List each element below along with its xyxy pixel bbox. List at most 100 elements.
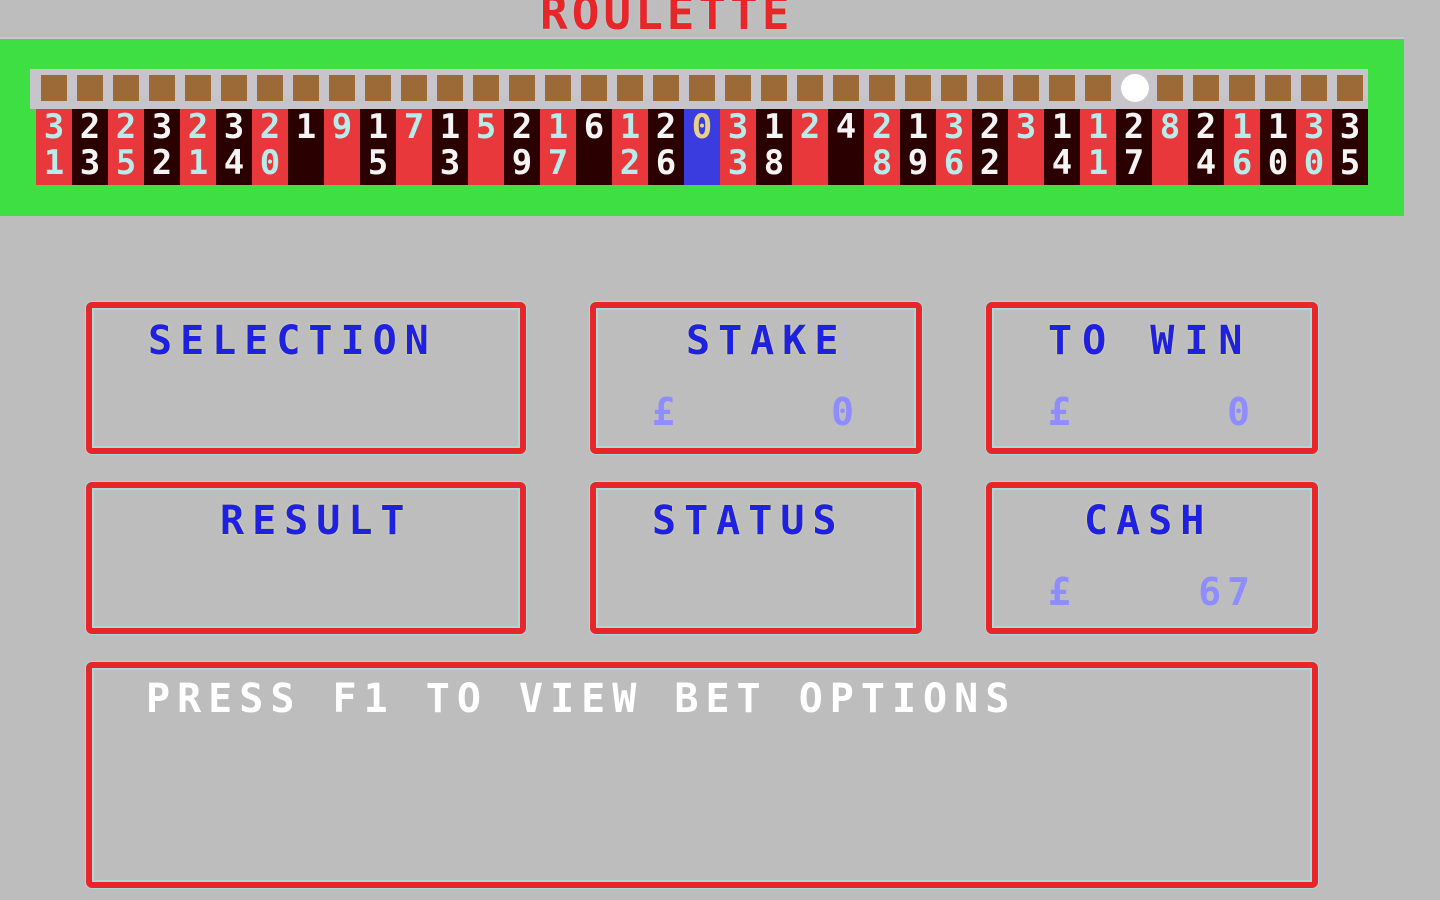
pocket-digit: 6 bbox=[1231, 143, 1253, 183]
pocket-18: 18 bbox=[756, 109, 792, 185]
pocket-14: 14 bbox=[1044, 109, 1080, 185]
pocket-32: 32 bbox=[144, 109, 180, 185]
pocket-2: 2 bbox=[792, 109, 828, 185]
ball-track-slot bbox=[1085, 75, 1111, 101]
pocket-digit: 3 bbox=[727, 109, 749, 147]
pocket-digit: 3 bbox=[943, 109, 965, 147]
selection-label: SELECTION bbox=[148, 318, 437, 364]
pocket-22: 22 bbox=[972, 109, 1008, 185]
pocket-digit: 9 bbox=[331, 109, 353, 147]
pocket-4: 4 bbox=[828, 109, 864, 185]
cash-amount: 67 bbox=[1198, 570, 1256, 614]
result-label: RESULT bbox=[220, 498, 413, 544]
pound-sign-icon: £ bbox=[652, 390, 675, 434]
pocket-6: 6 bbox=[576, 109, 612, 185]
pocket-digit: 6 bbox=[583, 109, 605, 147]
pocket-digit: 7 bbox=[403, 109, 425, 147]
pocket-digit: 1 bbox=[763, 109, 785, 147]
pound-sign-icon: £ bbox=[1048, 570, 1071, 614]
ball-track-slot bbox=[761, 75, 787, 101]
ball-track-slot bbox=[329, 75, 355, 101]
pocket-digit: 8 bbox=[763, 143, 785, 183]
pocket-digit: 1 bbox=[547, 109, 569, 147]
ball-track-slot bbox=[869, 75, 895, 101]
pocket-digit: 4 bbox=[223, 143, 245, 183]
pocket-digit: 1 bbox=[619, 109, 641, 147]
pocket-digit: 4 bbox=[1195, 143, 1217, 183]
pocket-digit: 3 bbox=[43, 109, 65, 147]
ball-track-slot bbox=[437, 75, 463, 101]
cash-panel: CASH £ 67 bbox=[986, 482, 1318, 634]
pocket-digit: 3 bbox=[439, 143, 461, 183]
pocket-20: 20 bbox=[252, 109, 288, 185]
pocket-29: 29 bbox=[504, 109, 540, 185]
pocket-1: 1 bbox=[288, 109, 324, 185]
to-win-panel: TO WIN £ 0 bbox=[986, 302, 1318, 454]
pocket-31: 31 bbox=[36, 109, 72, 185]
pocket-digit: 5 bbox=[115, 143, 137, 183]
pound-sign-icon: £ bbox=[1048, 390, 1071, 434]
pocket-27: 27 bbox=[1116, 109, 1152, 185]
ball-track-slot bbox=[653, 75, 679, 101]
pocket-digit: 0 bbox=[691, 109, 713, 147]
ball-track-slot bbox=[221, 75, 247, 101]
pocket-digit: 0 bbox=[259, 143, 281, 183]
ball-track-slot bbox=[293, 75, 319, 101]
ball-track-slot bbox=[1157, 75, 1183, 101]
pocket-23: 23 bbox=[72, 109, 108, 185]
ball-track-slot bbox=[941, 75, 967, 101]
pocket-digit: 1 bbox=[1231, 109, 1253, 147]
ball-track bbox=[30, 69, 1368, 109]
pocket-digit: 1 bbox=[1267, 109, 1289, 147]
pocket-digit: 4 bbox=[1051, 143, 1073, 183]
pocket-15: 15 bbox=[360, 109, 396, 185]
pocket-digit: 5 bbox=[475, 109, 497, 147]
pocket-digit: 2 bbox=[1123, 109, 1145, 147]
ball-track-slot bbox=[617, 75, 643, 101]
pocket-12: 12 bbox=[612, 109, 648, 185]
pocket-digit: 2 bbox=[259, 109, 281, 147]
pocket-digit: 3 bbox=[727, 143, 749, 183]
pocket-digit: 2 bbox=[187, 109, 209, 147]
pocket-digit: 2 bbox=[115, 109, 137, 147]
pocket-8: 8 bbox=[1152, 109, 1188, 185]
pocket-19: 19 bbox=[900, 109, 936, 185]
pocket-digit: 7 bbox=[547, 143, 569, 183]
pocket-5: 5 bbox=[468, 109, 504, 185]
pocket-digit: 6 bbox=[943, 143, 965, 183]
ball-track-slot bbox=[257, 75, 283, 101]
roulette-table: 3123253221342019157135291761226033182428… bbox=[0, 37, 1404, 216]
pocket-digit: 2 bbox=[979, 109, 1001, 147]
ball-track-slot bbox=[365, 75, 391, 101]
pocket-3: 3 bbox=[1008, 109, 1044, 185]
pocket-digit: 3 bbox=[1015, 109, 1037, 147]
ball-track-slot bbox=[689, 75, 715, 101]
pocket-digit: 8 bbox=[1159, 109, 1181, 147]
ball-track-slot bbox=[77, 75, 103, 101]
cash-label: CASH bbox=[1084, 498, 1213, 544]
pocket-digit: 3 bbox=[151, 109, 173, 147]
pocket-digit: 8 bbox=[871, 143, 893, 183]
pocket-digit: 2 bbox=[151, 143, 173, 183]
pocket-digit: 3 bbox=[1339, 109, 1361, 147]
pocket-digit: 6 bbox=[655, 143, 677, 183]
pocket-digit: 2 bbox=[619, 143, 641, 183]
pocket-digit: 2 bbox=[511, 109, 533, 147]
ball-track-slot bbox=[185, 75, 211, 101]
ball-icon bbox=[1121, 74, 1149, 102]
pocket-17: 17 bbox=[540, 109, 576, 185]
stake-label: STAKE bbox=[686, 318, 847, 364]
pocket-9: 9 bbox=[324, 109, 360, 185]
pocket-digit: 3 bbox=[79, 143, 101, 183]
roulette-wheel-strip: 3123253221342019157135291761226033182428… bbox=[30, 69, 1368, 185]
ball-track-slot bbox=[581, 75, 607, 101]
pocket-10: 10 bbox=[1260, 109, 1296, 185]
pocket-34: 34 bbox=[216, 109, 252, 185]
pocket-33: 33 bbox=[720, 109, 756, 185]
pocket-digit: 9 bbox=[511, 143, 533, 183]
pocket-digit: 1 bbox=[907, 109, 929, 147]
pocket-digit: 5 bbox=[1339, 143, 1361, 183]
ball-track-slot bbox=[473, 75, 499, 101]
pocket-digit: 1 bbox=[187, 143, 209, 183]
status-label: STATUS bbox=[652, 498, 845, 544]
